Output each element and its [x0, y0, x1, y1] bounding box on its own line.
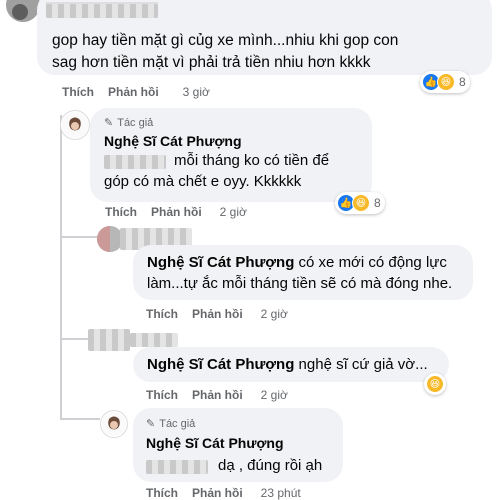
reply-actions: Thích Phản hồi 23 phút [146, 486, 301, 500]
redacted-block [46, 3, 158, 18]
like-button[interactable]: Thích [146, 388, 178, 402]
like-button[interactable]: Thích [105, 205, 137, 219]
thread-line [60, 115, 62, 420]
author-name[interactable]: Nghệ Sĩ Cát Phượng [104, 133, 242, 149]
reaction-count: 8 [374, 196, 381, 210]
reaction-summary[interactable]: 👍 😆 8 [420, 71, 470, 93]
thread-line-branch [60, 338, 90, 340]
timestamp[interactable]: 2 giờ [261, 388, 288, 402]
mention-link[interactable]: Nghệ Sĩ Cát Phượng [147, 356, 294, 373]
author-avatar-image [62, 112, 88, 138]
reply-text: mỗi tháng ko có tiền để góp có mà chết e… [104, 152, 330, 190]
author-avatar-image [102, 412, 126, 436]
author-avatar[interactable] [60, 110, 90, 140]
timestamp[interactable]: 2 giờ [261, 307, 288, 321]
comment-actions: Thích Phản hồi 3 giờ [62, 85, 210, 99]
redacted-mention [146, 458, 208, 476]
reaction-count: 8 [459, 75, 466, 89]
reaction-summary[interactable]: 👍 😆 8 [335, 192, 385, 214]
reply-actions: Thích Phản hồi 2 giờ [146, 307, 288, 321]
mention-link[interactable]: Nghệ Sĩ Cát Phượng [147, 254, 294, 271]
reply-text-body: nghệ sĩ cứ giả vờ... [298, 356, 428, 373]
redacted-name [46, 2, 158, 18]
author-avatar[interactable] [100, 410, 128, 438]
timestamp[interactable]: 2 giờ [220, 205, 247, 219]
haha-icon: 😆 [426, 375, 444, 393]
reply-button[interactable]: Phản hồi [192, 388, 243, 402]
timestamp[interactable]: 3 giờ [183, 85, 210, 99]
reply-actions: Thích Phản hồi 2 giờ [146, 388, 288, 402]
author-tag-label: Tác giả [117, 116, 154, 129]
reply-button[interactable]: Phản hồi [108, 85, 159, 99]
redacted-block [88, 329, 130, 351]
pencil-icon: ✎ [146, 418, 156, 430]
redacted-block [146, 459, 208, 474]
author-badge: ✎ Tác giả [146, 417, 196, 431]
redacted-avatar [88, 329, 130, 351]
reply-text: Nghệ Sĩ Cát Phượng nghệ sĩ cứ giả vờ... [147, 354, 447, 375]
reaction-summary[interactable]: 😆 [424, 373, 446, 395]
comment-text: gop hay tiền mặt gì củg xe mình...nhiu k… [52, 32, 399, 71]
author-tag-label: Tác giả [159, 417, 196, 430]
avatar-image [6, 0, 40, 22]
haha-icon: 😆 [352, 194, 370, 212]
like-button[interactable]: Thích [146, 486, 178, 500]
pencil-icon: ✎ [104, 117, 114, 129]
reply-actions: Thích Phản hồi 2 giờ [105, 205, 247, 219]
timestamp[interactable]: 23 phút [261, 486, 301, 500]
redacted-block [130, 332, 178, 347]
reply-button[interactable]: Phản hồi [192, 486, 243, 500]
author-badge: ✎ Tác giả [104, 116, 154, 130]
reply-button[interactable]: Phản hồi [192, 307, 243, 321]
reply-text: Nghệ Sĩ Cát Phượng có xe mới có động lực… [147, 252, 465, 294]
reply-text: dạ , đúng rồi ạh [218, 457, 323, 474]
author-name[interactable]: Nghệ Sĩ Cát Phượng [146, 435, 284, 451]
avatar[interactable] [6, 0, 40, 22]
thread-line-branch [60, 236, 100, 238]
thread-line-branch [60, 418, 100, 420]
haha-icon: 😆 [437, 73, 455, 91]
reply-button[interactable]: Phản hồi [151, 205, 202, 219]
like-button[interactable]: Thích [146, 307, 178, 321]
like-button[interactable]: Thích [62, 85, 94, 99]
